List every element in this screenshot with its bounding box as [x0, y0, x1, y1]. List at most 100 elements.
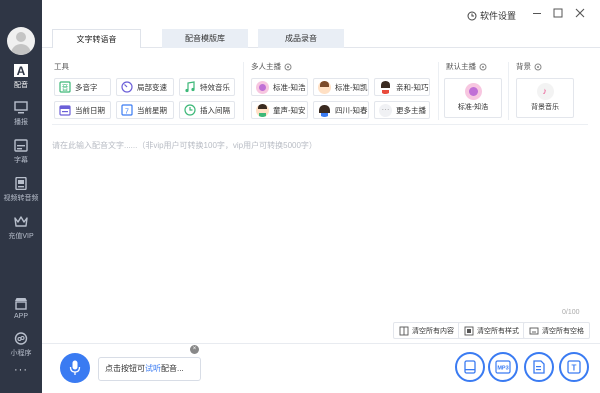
settings-gear-icon[interactable] [284, 63, 292, 71]
char-counter: 0/100 [562, 309, 580, 316]
voice-label: 标准-知凯 [335, 82, 368, 92]
sidebar: A 配音 播报 字幕 视频转音频 充值VIP APP 小程序 ··· [0, 0, 42, 393]
text-export-button[interactable]: T [559, 352, 589, 382]
t-label: T [572, 364, 577, 373]
clear-content-button[interactable]: 清空所有内容 [393, 322, 460, 339]
sidebar-item-miniprogram[interactable]: 小程序 [0, 332, 42, 358]
text-input-placeholder: 请在此输入配音文字......（非vip用户可转换100字，vip用户可转换50… [52, 141, 317, 150]
background-header: 背景 [516, 61, 542, 72]
document-export-button[interactable] [524, 352, 554, 382]
text-input-area[interactable]: 请在此输入配音文字......（非vip用户可转换100字，vip用户可转换50… [52, 140, 588, 315]
polyphone-icon: 音 [59, 81, 71, 93]
voice-label: 四川-知春 [335, 105, 368, 115]
settings-gear-icon[interactable] [479, 63, 487, 71]
clock-icon [467, 11, 477, 20]
more-icon: ··· [14, 364, 28, 376]
tablet-export-button[interactable] [455, 352, 485, 382]
sidebar-more-button[interactable]: ··· [0, 364, 42, 376]
tab-finished-recordings[interactable]: 成品录音 [258, 29, 344, 48]
sidebar-item-subtitle[interactable]: 字幕 [0, 139, 42, 165]
clear-content-label: 清空所有内容 [412, 327, 454, 335]
calendar-icon [59, 105, 71, 116]
clear-styles-button[interactable]: 清空所有样式 [458, 322, 525, 339]
tablet-icon [464, 360, 476, 374]
tab-template-library[interactable]: 配音模版库 [162, 29, 248, 48]
microphone-icon [69, 360, 81, 375]
tab-bar: 文字转语音 配音模版库 成品录音 [52, 29, 344, 48]
video-icon [15, 177, 27, 190]
close-icon[interactable] [573, 6, 587, 20]
preview-link[interactable]: 试听 [145, 364, 161, 373]
sidebar-item-label: APP [13, 313, 28, 320]
voice-avatar-icon [318, 103, 331, 117]
spaces-icon [529, 327, 539, 334]
voice-zhihao-button[interactable]: 标准-知浩 [251, 78, 308, 96]
voice-zhikai-button[interactable]: 标准-知凯 [313, 78, 369, 96]
sidebar-item-app[interactable]: APP [0, 297, 42, 320]
sidebar-item-label: 播报 [14, 119, 28, 126]
style-icon [464, 326, 474, 335]
mp3-export-button[interactable]: MP3 [488, 352, 518, 382]
crown-icon [14, 216, 28, 227]
default-anchor-label: 默认主播 [446, 62, 476, 71]
background-label: 背景 [516, 62, 531, 71]
voice-avatar-icon [464, 83, 482, 100]
more-anchors-button[interactable]: ··· 更多主播 [374, 101, 430, 119]
insert-pause-label: 插入间隔 [200, 105, 230, 115]
default-anchor-header: 默认主播 [446, 61, 487, 72]
avatar[interactable] [7, 27, 35, 55]
background-music-name: 背景音乐 [531, 104, 559, 111]
microphone-button[interactable] [60, 353, 90, 383]
default-anchor-card[interactable]: 标准-知浩 [444, 78, 502, 118]
week-calendar-icon: 7 [121, 104, 133, 116]
more-anchors-label: 更多主播 [396, 105, 426, 115]
text-a-icon: A [14, 64, 28, 77]
background-music-card[interactable]: ♪ 背景音乐 [516, 78, 574, 118]
clear-styles-label: 清空所有样式 [477, 327, 519, 335]
tab-text-to-speech[interactable]: 文字转语音 [52, 29, 141, 48]
pause-timer-icon [184, 104, 196, 116]
mp3-label: MP3 [497, 366, 508, 372]
multi-anchor-label: 多人主播 [251, 62, 281, 71]
current-week-label: 当前星期 [137, 105, 167, 115]
settings-button[interactable]: 软件设置 [467, 9, 516, 22]
more-dots-icon: ··· [379, 103, 392, 117]
bottom-divider [42, 343, 600, 344]
voice-avatar-icon [256, 103, 269, 117]
local-speed-button[interactable]: 局部变速 [116, 78, 174, 96]
voice-zhichun-button[interactable]: 四川-知春 [313, 101, 369, 119]
multi-anchor-header: 多人主播 [251, 61, 292, 72]
sidebar-item-broadcast[interactable]: 播报 [0, 101, 42, 127]
svg-text:音: 音 [62, 83, 69, 92]
current-week-button[interactable]: 7 当前星期 [116, 101, 174, 119]
insert-pause-button[interactable]: 插入间隔 [179, 101, 235, 119]
voice-avatar-icon [318, 80, 331, 94]
speed-dial-icon [121, 81, 133, 93]
store-icon [15, 298, 27, 310]
maximize-icon[interactable] [551, 6, 565, 20]
music-note-icon: ♪ [536, 83, 554, 100]
section-divider [508, 62, 509, 120]
current-date-button[interactable]: 当前日期 [54, 101, 111, 119]
monitor-icon [14, 101, 28, 114]
settings-gear-icon[interactable] [534, 63, 542, 71]
effect-music-button[interactable]: 特效音乐 [179, 78, 235, 96]
voice-zhian-button[interactable]: 童声-知安 [251, 101, 308, 119]
settings-label: 软件设置 [480, 11, 517, 21]
voice-avatar-icon [379, 80, 392, 94]
default-anchor-name: 标准-知浩 [457, 104, 489, 111]
sidebar-item-label: 字幕 [14, 157, 28, 164]
polyphone-button[interactable]: 音 多音字 [54, 78, 111, 96]
sidebar-item-video-to-audio[interactable]: 视频转音频 [0, 177, 42, 203]
clear-spaces-button[interactable]: 清空所有空格 [523, 322, 590, 339]
document-icon [533, 360, 545, 374]
preview-hint: 点击按钮可试听配音... [98, 357, 201, 381]
hint-close-icon[interactable]: × [190, 345, 199, 354]
sidebar-item-label: 配音 [14, 82, 28, 89]
sidebar-item-label: 视频转音频 [3, 195, 39, 202]
voice-zhiqiao-button[interactable]: 亲和-知巧 [374, 78, 430, 96]
sidebar-item-vip[interactable]: 充值VIP [0, 215, 42, 241]
book-icon [399, 326, 409, 335]
minimize-icon[interactable] [530, 6, 544, 20]
sidebar-item-dubbing[interactable]: A 配音 [0, 64, 42, 90]
